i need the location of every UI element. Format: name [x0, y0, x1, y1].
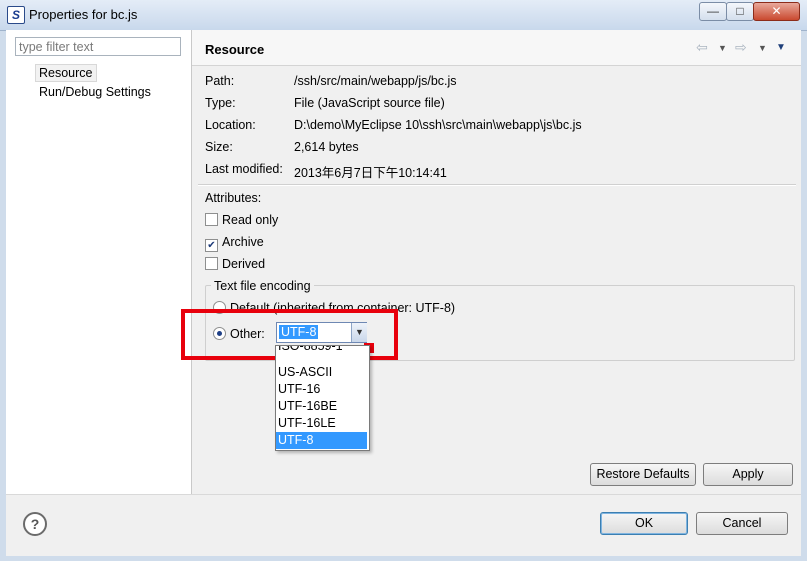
- dropdown-option[interactable]: UTF-16LE: [276, 415, 367, 432]
- apply-button[interactable]: Apply: [703, 463, 793, 486]
- maximize-button[interactable]: □: [726, 2, 754, 21]
- encoding-dropdown-list[interactable]: ISO-8859-1 US-ASCII UTF-16 UTF-16BE UTF-…: [275, 345, 370, 451]
- checkbox-box[interactable]: [205, 213, 218, 226]
- archive-checkbox[interactable]: ✔ Archive: [205, 235, 264, 252]
- dropdown-option[interactable]: UTF-16: [276, 381, 367, 398]
- page-title: Resource: [205, 42, 265, 57]
- dropdown-option[interactable]: UTF-16BE: [276, 398, 367, 415]
- path-label: Path:: [205, 74, 235, 88]
- checkbox-box[interactable]: [205, 257, 218, 270]
- read-only-label: Read only: [222, 213, 279, 227]
- cancel-button[interactable]: Cancel: [696, 512, 788, 535]
- forward-arrow-icon[interactable]: ⇨: [735, 39, 747, 56]
- last-modified-value: 2013年6月7日下午10:14:41: [294, 166, 447, 180]
- location-value: D:\demo\MyEclipse 10\ssh\src\main\webapp…: [294, 118, 582, 132]
- encoding-group-title: Text file encoding: [211, 279, 314, 293]
- restore-defaults-button[interactable]: Restore Defaults: [590, 463, 696, 486]
- tree-item-run-debug[interactable]: Run/Debug Settings: [39, 85, 151, 99]
- path-value: /ssh/src/main/webapp/js/bc.js: [294, 74, 457, 88]
- app-icon: S: [7, 6, 25, 24]
- derived-label: Derived: [222, 257, 266, 271]
- back-arrow-icon[interactable]: ⇦: [696, 39, 708, 56]
- size-label: Size:: [205, 140, 233, 154]
- last-modified-label: Last modified:: [205, 162, 283, 176]
- size-value: 2,614 bytes: [294, 140, 359, 154]
- back-menu-icon[interactable]: ▼: [718, 43, 727, 53]
- ok-button[interactable]: OK: [600, 512, 688, 535]
- left-pane: [6, 30, 192, 494]
- checkmark-icon[interactable]: ✔: [205, 239, 218, 252]
- read-only-checkbox[interactable]: Read only: [205, 213, 278, 227]
- tree-item-resource[interactable]: Resource: [35, 64, 97, 82]
- archive-label: Archive: [222, 235, 264, 249]
- window-title: Properties for bc.js: [29, 7, 138, 22]
- separator: [198, 184, 796, 186]
- filter-input[interactable]: [15, 37, 181, 56]
- type-value: File (JavaScript source file): [294, 96, 445, 110]
- dropdown-option[interactable]: ISO-8859-1: [276, 346, 367, 355]
- view-menu-icon[interactable]: ▼: [776, 42, 786, 53]
- derived-checkbox[interactable]: Derived: [205, 257, 265, 271]
- forward-menu-icon[interactable]: ▼: [758, 43, 767, 53]
- dropdown-option[interactable]: US-ASCII: [276, 364, 367, 381]
- type-label: Type:: [205, 96, 236, 110]
- attributes-label: Attributes:: [205, 191, 262, 205]
- minimize-button[interactable]: —: [699, 2, 727, 21]
- help-icon[interactable]: ?: [23, 512, 47, 536]
- dropdown-option-selected[interactable]: UTF-8: [276, 432, 367, 449]
- page-header: [192, 30, 801, 66]
- location-label: Location:: [205, 118, 256, 132]
- close-button[interactable]: ✕: [753, 2, 800, 21]
